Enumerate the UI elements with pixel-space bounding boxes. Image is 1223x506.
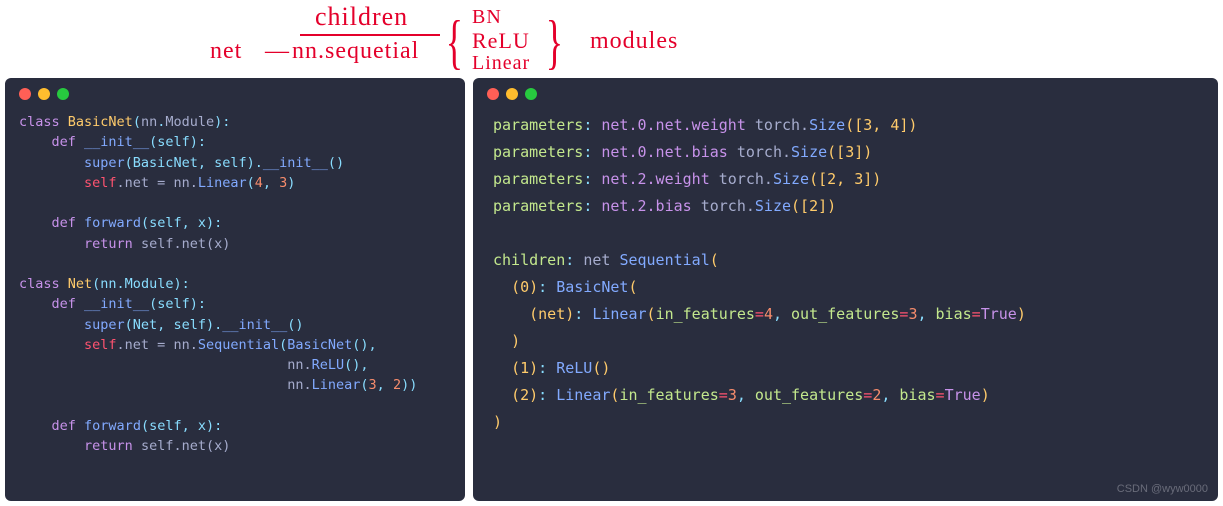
anno-bn: BN	[472, 6, 502, 29]
minimize-icon[interactable]	[506, 88, 518, 100]
anno-net: net	[210, 38, 242, 65]
output-panel-right: parameters: net.0.net.weight torch.Size(…	[473, 78, 1218, 501]
maximize-icon[interactable]	[57, 88, 69, 100]
anno-brace-right: }	[546, 18, 563, 66]
anno-relu: ReLU	[472, 28, 530, 54]
window-controls	[5, 88, 465, 112]
maximize-icon[interactable]	[525, 88, 537, 100]
window-controls	[473, 88, 1218, 112]
panels-container: class BasicNet(nn.Module): def __init__(…	[5, 78, 1218, 501]
anno-linear: Linear	[472, 52, 530, 75]
code-panel-left: class BasicNet(nn.Module): def __init__(…	[5, 78, 465, 501]
anno-modules: modules	[590, 28, 678, 55]
close-icon[interactable]	[487, 88, 499, 100]
close-icon[interactable]	[19, 88, 31, 100]
anno-brace-left: {	[446, 18, 463, 66]
code-right: parameters: net.0.net.weight torch.Size(…	[473, 112, 1218, 436]
watermark: CSDN @wyw0000	[1117, 483, 1208, 495]
anno-children: children	[315, 2, 408, 32]
anno-dash: —	[265, 38, 290, 65]
minimize-icon[interactable]	[38, 88, 50, 100]
handwritten-annotation: net — children nn.sequetial { BN ReLU Li…	[0, 0, 1223, 78]
code-left: class BasicNet(nn.Module): def __init__(…	[5, 112, 465, 456]
anno-underline	[300, 34, 440, 36]
anno-nnseq: nn.sequetial	[292, 38, 419, 65]
